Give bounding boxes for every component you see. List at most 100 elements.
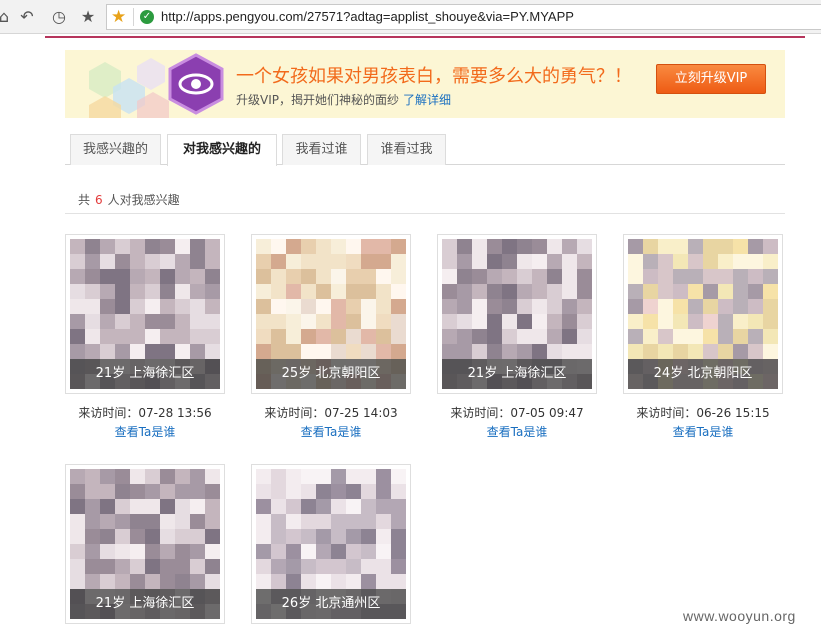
- bookmarks-icon[interactable]: ★: [78, 7, 98, 27]
- mosaic-tile: [688, 314, 703, 329]
- mosaic-tile: [145, 574, 160, 589]
- mosaic-tile: [70, 574, 85, 589]
- blurred-avatar[interactable]: 26岁 北京通州区: [256, 469, 406, 619]
- blurred-avatar[interactable]: 21岁 上海徐汇区: [70, 239, 220, 389]
- view-who-link[interactable]: 查看Ta是谁: [251, 423, 411, 440]
- photo-frame[interactable]: 21岁 上海徐汇区: [437, 234, 597, 394]
- mosaic-tile: [205, 499, 220, 514]
- mosaic-tile: [130, 499, 145, 514]
- mosaic-tile: [748, 314, 763, 329]
- history-icon[interactable]: ◷: [49, 7, 69, 27]
- mosaic-tile: [256, 574, 271, 589]
- mosaic-tile: [562, 299, 577, 314]
- mosaic-tile: [190, 344, 205, 359]
- mosaic-tile: [361, 559, 376, 574]
- mosaic-tile: [547, 329, 562, 344]
- tab-viewed-me[interactable]: 谁看过我: [367, 134, 446, 165]
- mosaic-tile: [115, 344, 130, 359]
- blurred-avatar[interactable]: 21岁 上海徐汇区: [70, 469, 220, 619]
- mosaic-tile: [331, 514, 346, 529]
- mosaic-tile: [628, 239, 643, 254]
- mosaic-tile: [160, 269, 175, 284]
- mosaic-tile: [517, 299, 532, 314]
- mosaic-tile: [472, 239, 487, 254]
- count-suffix: 人对我感兴趣: [107, 193, 180, 207]
- mosaic-tile: [70, 484, 85, 499]
- mosaic-tile: [316, 559, 331, 574]
- mosaic-tile: [346, 559, 361, 574]
- mosaic-tile: [688, 254, 703, 269]
- photo-frame[interactable]: 25岁 北京朝阳区: [251, 234, 411, 394]
- favorite-star-icon[interactable]: ★: [111, 7, 126, 27]
- tab-interested-in-me[interactable]: 对我感兴趣的: [167, 134, 277, 166]
- mosaic-tile: [577, 284, 592, 299]
- mosaic-tile: [316, 499, 331, 514]
- mosaic-tile: [628, 329, 643, 344]
- mosaic-tile: [688, 269, 703, 284]
- mosaic-tile: [205, 329, 220, 344]
- mosaic-tile: [316, 544, 331, 559]
- view-who-link[interactable]: 查看Ta是谁: [437, 423, 597, 440]
- mosaic-tile: [160, 299, 175, 314]
- banner-subtext: 升级VIP，揭开她们神秘的面纱 了解详细: [236, 91, 451, 108]
- mosaic-tile: [130, 269, 145, 284]
- mosaic-tile: [442, 299, 457, 314]
- mosaic-tile: [517, 314, 532, 329]
- mosaic-tile: [256, 469, 271, 484]
- view-who-link[interactable]: 查看Ta是谁: [623, 423, 783, 440]
- mosaic-tile: [190, 499, 205, 514]
- mosaic-tile: [85, 239, 100, 254]
- mosaic-tile: [100, 559, 115, 574]
- mosaic-tile: [160, 469, 175, 484]
- mosaic-tile: [457, 254, 472, 269]
- home-icon[interactable]: ⌂: [0, 7, 14, 27]
- blurred-avatar[interactable]: 25岁 北京朝阳区: [256, 239, 406, 389]
- mosaic-tile: [256, 269, 271, 284]
- mosaic-tile: [688, 299, 703, 314]
- url-text[interactable]: http://apps.pengyou.com/27571?adtag=appl…: [161, 9, 574, 24]
- photo-frame[interactable]: 24岁 北京朝阳区: [623, 234, 783, 394]
- mosaic-tile: [658, 299, 673, 314]
- mosaic-tile: [733, 254, 748, 269]
- header-rule: [45, 36, 805, 38]
- address-divider: [133, 8, 134, 26]
- blurred-avatar[interactable]: 24岁 北京朝阳区: [628, 239, 778, 389]
- mosaic-tile: [301, 314, 316, 329]
- mosaic-tile: [577, 299, 592, 314]
- mosaic-tile: [547, 284, 562, 299]
- mosaic-tile: [502, 239, 517, 254]
- photo-frame[interactable]: 26岁 北京通州区: [251, 464, 411, 624]
- mosaic-tile: [547, 314, 562, 329]
- mosaic-tile: [85, 269, 100, 284]
- back-icon[interactable]: ↶: [17, 7, 37, 27]
- mosaic-tile: [577, 254, 592, 269]
- learn-more-link[interactable]: 了解详细: [403, 93, 451, 107]
- mosaic-tile: [361, 299, 376, 314]
- mosaic-tile: [205, 514, 220, 529]
- mosaic-tile: [517, 269, 532, 284]
- tab-i-viewed[interactable]: 我看过谁: [282, 134, 361, 165]
- mosaic-tile: [688, 284, 703, 299]
- mosaic-tile: [547, 299, 562, 314]
- blurred-avatar[interactable]: 21岁 上海徐汇区: [442, 239, 592, 389]
- mosaic-tile: [316, 514, 331, 529]
- photo-frame[interactable]: 21岁 上海徐汇区: [65, 464, 225, 624]
- mosaic-tile: [643, 239, 658, 254]
- tab-my-interests[interactable]: 我感兴趣的: [70, 134, 161, 165]
- mosaic-tile: [256, 559, 271, 574]
- mosaic-tile: [145, 529, 160, 544]
- mosaic-tile: [703, 314, 718, 329]
- mosaic-tile: [100, 544, 115, 559]
- upgrade-vip-button[interactable]: 立刻升级VIP: [656, 64, 766, 94]
- address-bar[interactable]: ★ ✓ http://apps.pengyou.com/27571?adtag=…: [106, 4, 821, 30]
- photo-frame[interactable]: 21岁 上海徐汇区: [65, 234, 225, 394]
- vip-banner: 一个女孩如果对男孩表白，需要多么大的勇气？！ 升级VIP，揭开她们神秘的面纱 了解…: [65, 50, 785, 118]
- mosaic-tile: [391, 514, 406, 529]
- mosaic-tile: [115, 499, 130, 514]
- mosaic-tile: [361, 239, 376, 254]
- mosaic-tile: [190, 314, 205, 329]
- view-who-link[interactable]: 查看Ta是谁: [65, 423, 225, 440]
- mosaic-tile: [673, 329, 688, 344]
- mosaic-tile: [85, 254, 100, 269]
- mosaic-tile: [190, 559, 205, 574]
